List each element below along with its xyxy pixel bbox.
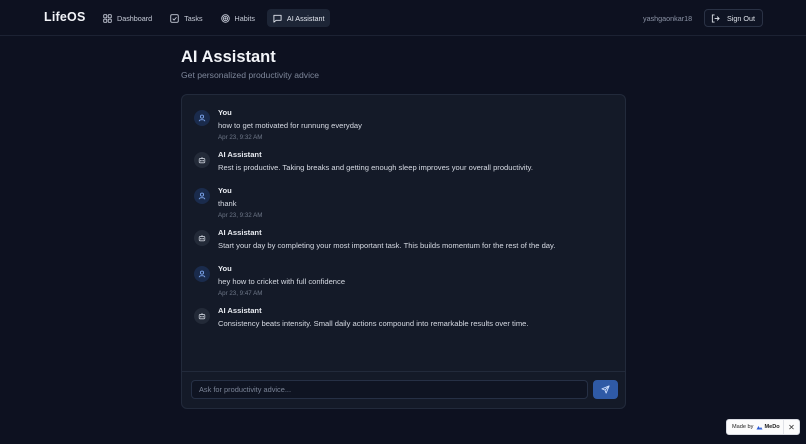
bot-icon bbox=[198, 234, 206, 242]
made-by-label: Made by bbox=[732, 424, 754, 430]
chat-icon bbox=[273, 14, 282, 23]
message-timestamp: Apr 23, 9:32 AM bbox=[218, 134, 263, 141]
top-nav-bar: LifeOS Dashboard Tasks Habits AI Assista… bbox=[0, 0, 806, 36]
message-sender: You bbox=[218, 186, 232, 195]
message-list[interactable]: You how to get motivated for runnung eve… bbox=[182, 95, 625, 373]
user-avatar bbox=[194, 266, 210, 282]
checkbox-icon bbox=[170, 13, 179, 23]
target-icon bbox=[220, 13, 230, 23]
message-text: thank bbox=[218, 199, 237, 208]
logout-icon bbox=[711, 13, 720, 23]
send-icon bbox=[601, 385, 610, 394]
send-button[interactable] bbox=[593, 380, 618, 399]
message-text: how to get motivated for runnung everyda… bbox=[218, 121, 362, 130]
medo-logo: MeDo bbox=[756, 424, 780, 430]
message-sender: AI Assistant bbox=[218, 150, 262, 159]
close-badge-button[interactable]: ✕ bbox=[783, 420, 799, 434]
nav-label: Dashboard bbox=[117, 13, 153, 23]
message-sender: AI Assistant bbox=[218, 306, 262, 315]
page-subtitle: Get personalized productivity advice bbox=[181, 70, 320, 80]
nav-item-tasks[interactable]: Tasks bbox=[164, 9, 208, 27]
chat-input[interactable] bbox=[191, 380, 588, 399]
assistant-avatar bbox=[194, 230, 210, 246]
user-avatar bbox=[194, 188, 210, 204]
message-text: Consistency beats intensity. Small daily… bbox=[218, 319, 529, 328]
sign-out-label: Sign Out bbox=[727, 13, 755, 23]
bot-icon bbox=[198, 156, 206, 164]
user-avatar bbox=[194, 110, 210, 126]
message-timestamp: Apr 23, 9:47 AM bbox=[218, 290, 263, 297]
message-sender: You bbox=[218, 264, 232, 273]
username-label: yashgaonkar18 bbox=[643, 14, 693, 23]
close-icon: ✕ bbox=[788, 422, 795, 432]
chat-panel: You how to get motivated for runnung eve… bbox=[181, 94, 626, 409]
nav-label: Habits bbox=[234, 13, 255, 23]
nav-label: AI Assistant bbox=[286, 13, 325, 23]
nav-label: Tasks bbox=[184, 13, 203, 23]
sign-out-button[interactable]: Sign Out bbox=[704, 9, 763, 27]
app-logo[interactable]: LifeOS bbox=[44, 10, 85, 24]
made-by-badge[interactable]: Made by MeDo ✕ bbox=[726, 419, 800, 435]
main-nav: Dashboard Tasks Habits AI Assistant bbox=[97, 9, 331, 27]
bot-icon bbox=[198, 312, 206, 320]
grid-icon bbox=[103, 13, 112, 23]
user-icon bbox=[198, 114, 206, 122]
assistant-avatar bbox=[194, 308, 210, 324]
message-sender: You bbox=[218, 108, 232, 117]
nav-item-dashboard[interactable]: Dashboard bbox=[97, 9, 158, 27]
medo-brand-text: MeDo bbox=[764, 424, 780, 430]
message-sender: AI Assistant bbox=[218, 228, 262, 237]
page-title: AI Assistant bbox=[181, 48, 276, 66]
message-text: Start your day by completing your most i… bbox=[218, 241, 556, 250]
message-text: Rest is productive. Taking breaks and ge… bbox=[218, 163, 534, 172]
nav-item-habits[interactable]: Habits bbox=[215, 9, 261, 27]
message-text: hey how to cricket with full confidence bbox=[218, 277, 346, 286]
message-timestamp: Apr 23, 9:32 AM bbox=[218, 212, 263, 219]
user-icon bbox=[198, 192, 206, 200]
user-icon bbox=[198, 270, 206, 278]
composer bbox=[182, 371, 625, 408]
nav-item-ai-assistant[interactable]: AI Assistant bbox=[266, 9, 331, 27]
assistant-avatar bbox=[194, 152, 210, 168]
medo-logo-icon bbox=[756, 425, 763, 429]
